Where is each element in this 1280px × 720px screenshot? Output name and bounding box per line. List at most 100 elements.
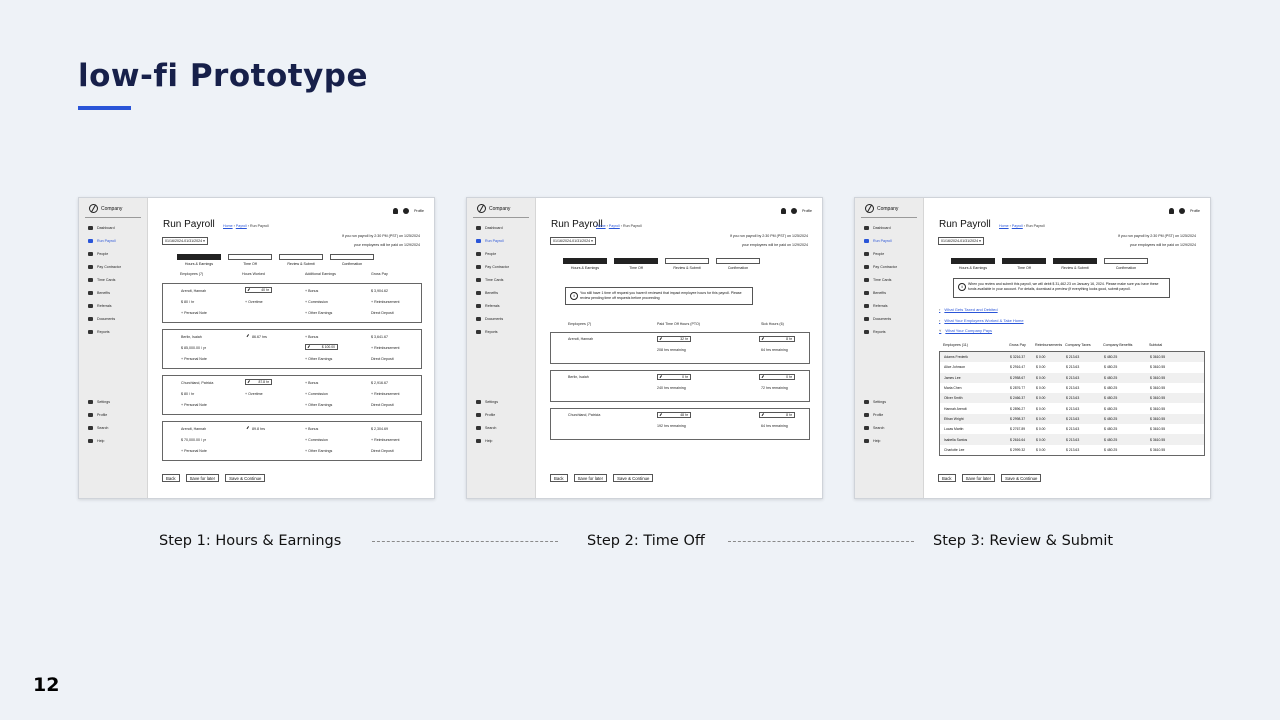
step[interactable]: Confirmation <box>1104 258 1148 270</box>
add-bonus[interactable]: + Bonus <box>305 289 318 293</box>
profile-link[interactable]: Profile <box>802 209 812 213</box>
nav-item[interactable]: Time Cards <box>476 274 533 287</box>
pencil-icon[interactable] <box>246 426 252 431</box>
add-personal-note[interactable]: + Personal Note <box>181 449 207 453</box>
step[interactable]: Hours & Earnings <box>563 258 607 270</box>
add-overtime[interactable]: + Overtime <box>245 392 263 396</box>
step[interactable]: Time Off <box>1002 258 1046 270</box>
add-other-earnings[interactable]: + Other Earnings <box>305 403 332 407</box>
add-commission[interactable]: + Commission <box>305 300 328 304</box>
step[interactable]: Confirmation <box>716 258 760 270</box>
sick-input[interactable]: 8 hr <box>759 412 795 418</box>
add-reimbursement[interactable]: + Reimbursement <box>371 346 399 350</box>
add-reimbursement[interactable]: + Reimbursement <box>371 392 399 396</box>
add-bonus[interactable]: + Bonus <box>305 381 318 385</box>
bell-icon[interactable] <box>393 208 399 214</box>
step[interactable]: Review & Submit <box>1053 258 1097 270</box>
save-continue-button[interactable]: Save & Continue <box>1001 474 1042 482</box>
step[interactable]: Hours & Earnings <box>951 258 995 270</box>
back-button[interactable]: Back <box>938 474 956 482</box>
step[interactable]: Time Off <box>228 254 272 266</box>
sick-input[interactable]: 8 hr <box>759 336 795 342</box>
add-personal-note[interactable]: + Personal Note <box>181 311 207 315</box>
back-button[interactable]: Back <box>162 474 180 482</box>
add-bonus[interactable]: + Bonus <box>305 335 318 339</box>
sick-input[interactable]: 0 hr <box>759 374 795 380</box>
save-continue-button[interactable]: Save & Continue <box>225 474 266 482</box>
nav-item[interactable]: Settings <box>864 396 921 409</box>
avatar-icon[interactable] <box>791 208 798 214</box>
nav-item[interactable]: Search <box>864 422 921 435</box>
nav-item[interactable]: Search <box>88 422 145 435</box>
nav-item[interactable]: Help <box>476 435 533 448</box>
add-other-earnings[interactable]: + Other Earnings <box>305 449 332 453</box>
hours-input[interactable]: 87.8 hr <box>245 379 272 385</box>
nav-item[interactable]: Time Cards <box>88 274 145 287</box>
nav-item[interactable]: Run Payroll <box>864 235 921 248</box>
step[interactable]: Confirmation <box>330 254 374 266</box>
hours-input[interactable]: 40 hr <box>245 287 272 293</box>
accordion-company-pays[interactable]: ˅ What Your Company Pays <box>939 328 992 333</box>
avatar-icon[interactable] <box>1179 208 1186 214</box>
pencil-icon[interactable] <box>246 334 252 339</box>
nav-item[interactable]: Pay Contractor <box>88 261 145 274</box>
nav-item[interactable]: People <box>476 248 533 261</box>
breadcrumb-payroll[interactable]: Payroll <box>609 224 620 228</box>
bell-icon[interactable] <box>1169 208 1175 214</box>
accordion-taxed-debited[interactable]: › What Gets Taxed and Debited <box>939 307 998 312</box>
nav-item[interactable]: Referrals <box>88 299 145 312</box>
save-later-button[interactable]: Save for later <box>185 474 220 482</box>
nav-item[interactable]: Benefits <box>476 286 533 299</box>
bell-icon[interactable] <box>781 208 787 214</box>
add-personal-note[interactable]: + Personal Note <box>181 357 207 361</box>
nav-item[interactable]: Pay Contractor <box>476 261 533 274</box>
date-range-select[interactable]: 01/16/2024-01/31/2024 ▾ <box>162 237 208 245</box>
add-commission[interactable]: + Commission <box>305 392 328 396</box>
avatar-icon[interactable] <box>403 208 410 214</box>
nav-item[interactable]: Settings <box>476 396 533 409</box>
date-range-select[interactable]: 01/16/2024-01/31/2024 ▾ <box>938 237 984 245</box>
pto-input[interactable]: 32 hr <box>657 336 691 342</box>
profile-link[interactable]: Profile <box>1190 209 1200 213</box>
nav-item[interactable]: People <box>864 248 921 261</box>
step[interactable]: Time Off <box>614 258 658 270</box>
nav-item[interactable]: Search <box>476 422 533 435</box>
breadcrumb-home[interactable]: Home <box>596 224 606 228</box>
add-personal-note[interactable]: + Personal Note <box>181 403 207 407</box>
nav-item[interactable]: Run Payroll <box>88 235 145 248</box>
profile-link[interactable]: Profile <box>414 209 424 213</box>
nav-item[interactable]: Documents <box>476 312 533 325</box>
nav-item[interactable]: Dashboard <box>88 222 145 235</box>
nav-item[interactable]: People <box>88 248 145 261</box>
add-reimbursement[interactable]: + Reimbursement <box>371 300 399 304</box>
pto-input[interactable]: 0 hr <box>657 374 691 380</box>
nav-item[interactable]: Documents <box>88 312 145 325</box>
save-later-button[interactable]: Save for later <box>961 474 996 482</box>
add-other-earnings[interactable]: + Other Earnings <box>305 357 332 361</box>
nav-item[interactable]: Benefits <box>864 286 921 299</box>
nav-item[interactable]: Dashboard <box>476 222 533 235</box>
nav-item[interactable]: Referrals <box>864 299 921 312</box>
back-button[interactable]: Back <box>550 474 568 482</box>
nav-item[interactable]: Help <box>88 435 145 448</box>
nav-item[interactable]: Reports <box>476 325 533 338</box>
nav-item[interactable]: Profile <box>88 409 145 422</box>
step[interactable]: Hours & Earnings <box>177 254 221 266</box>
nav-item[interactable]: Help <box>864 435 921 448</box>
add-other-earnings[interactable]: + Other Earnings <box>305 311 332 315</box>
nav-item[interactable]: Profile <box>476 409 533 422</box>
breadcrumb-home[interactable]: Home <box>999 224 1009 228</box>
breadcrumb-home[interactable]: Home <box>223 224 233 228</box>
nav-item[interactable]: Time Cards <box>864 274 921 287</box>
date-range-select[interactable]: 01/16/2024-01/31/2024 ▾ <box>550 237 596 245</box>
add-overtime[interactable]: + Overtime <box>245 300 263 304</box>
nav-item[interactable]: Pay Contractor <box>864 261 921 274</box>
pto-input[interactable]: 48 hr <box>657 412 691 418</box>
commission-input[interactable]: $ 100.00 <box>305 344 338 350</box>
accordion-employees-worked[interactable]: › What Your Employees Worked & Take Home <box>939 318 1024 323</box>
add-bonus[interactable]: + Bonus <box>305 427 318 431</box>
nav-item[interactable]: Dashboard <box>864 222 921 235</box>
nav-item[interactable]: Benefits <box>88 286 145 299</box>
breadcrumb-payroll[interactable]: Payroll <box>1012 224 1023 228</box>
nav-item[interactable]: Profile <box>864 409 921 422</box>
